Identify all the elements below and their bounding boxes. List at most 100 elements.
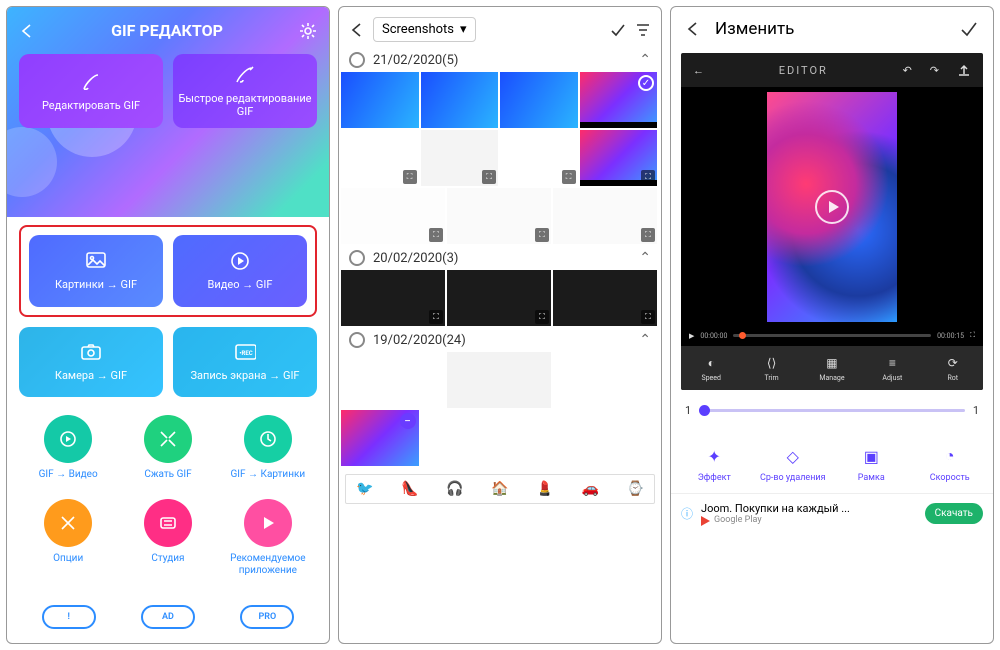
folder-dropdown[interactable]: Screenshots ▾ (373, 17, 476, 42)
date-label: 20/02/2020(3) (373, 251, 458, 266)
card-edit-gif[interactable]: Редактировать GIF (19, 54, 163, 128)
fullscreen-icon[interactable]: ⛶ (970, 331, 975, 340)
collapse-icon[interactable]: ⌃ (639, 250, 651, 266)
tool-adjust[interactable]: ≡Adjust (862, 356, 922, 382)
tool-trim[interactable]: ⟨⟩Trim (741, 356, 801, 382)
scrubber[interactable]: ▶ 00:00:00 00:00:15 ⛶ (681, 327, 983, 346)
sticker[interactable]: 🐦 (356, 481, 373, 497)
video-preview[interactable] (767, 92, 897, 322)
filter-icon[interactable] (635, 22, 651, 38)
range-slider[interactable]: 1 1 (671, 390, 993, 421)
tool-studio[interactable]: Студия (119, 499, 217, 577)
expand-icon[interactable]: ⛶ (429, 310, 443, 324)
thumbnail[interactable] (553, 352, 657, 408)
editor-back-icon[interactable]: ← (693, 64, 704, 77)
pro-pill[interactable]: PRO (240, 605, 294, 629)
select-all-icon[interactable] (349, 332, 365, 348)
select-all-icon[interactable] (349, 52, 365, 68)
confirm-icon[interactable] (609, 21, 627, 39)
thumbnail[interactable] (421, 72, 499, 128)
expand-icon[interactable]: ⛶ (535, 228, 549, 242)
action-speed[interactable]: ◔Скорость (911, 445, 990, 483)
ad-pill[interactable]: AD (141, 605, 195, 629)
tool-speed[interactable]: ◐Speed (681, 356, 741, 382)
play-small-icon[interactable]: ▶ (689, 332, 694, 340)
date-section-1[interactable]: 21/02/2020(5)⌃ (339, 48, 661, 70)
select-all-icon[interactable] (349, 250, 365, 266)
info-pill[interactable]: ! (42, 605, 96, 629)
slider-track[interactable] (699, 409, 965, 412)
action-frame[interactable]: ▣Рамка (832, 445, 911, 483)
thumbnail[interactable]: ⛶ (421, 130, 499, 186)
tool-gif-to-pics[interactable]: GIF → Картинки (219, 415, 317, 481)
undo-icon[interactable]: ↶ (903, 64, 912, 77)
export-icon[interactable] (957, 63, 971, 77)
date-label: 19/02/2020(24) (373, 333, 466, 348)
date-section-3[interactable]: 19/02/2020(24) ⌃ (339, 328, 661, 350)
thumbnail[interactable] (447, 352, 551, 408)
date-section-2[interactable]: 20/02/2020(3) ⌃ (339, 246, 661, 268)
sticker[interactable]: 🏠 (491, 481, 508, 497)
expand-icon[interactable]: ⛶ (482, 170, 496, 184)
expand-icon[interactable]: ⛶ (403, 170, 417, 184)
thumbnail[interactable]: ⛶ (447, 270, 551, 326)
play-icon (229, 250, 251, 272)
ad-banner[interactable]: ⓘ Joom. Покупки на каждый ... Google Pla… (671, 493, 993, 536)
thumbnail[interactable]: ⛶ (341, 130, 419, 186)
thumbnail[interactable]: ⛶ (500, 130, 578, 186)
redo-icon[interactable]: ↷ (930, 64, 939, 77)
expand-icon[interactable]: ⛶ (641, 310, 655, 324)
sticker[interactable]: 🚗 (581, 481, 598, 497)
tool-recommended-app[interactable]: Рекомендуемое приложение (219, 499, 317, 577)
download-button[interactable]: Скачать (925, 503, 983, 524)
ad-text: Joom. Покупки на каждый ... Google Play (701, 502, 850, 526)
expand-icon[interactable]: ⛶ (535, 310, 549, 324)
thumbnail[interactable]: ⛶ (341, 188, 445, 244)
expand-icon[interactable]: ⛶ (429, 228, 443, 242)
thumbnail[interactable] (341, 72, 419, 128)
thumbnail[interactable]: ⛶ (447, 188, 551, 244)
speedometer-icon: ◔ (939, 445, 961, 467)
settings-icon[interactable] (299, 22, 317, 40)
back-icon[interactable] (685, 21, 701, 37)
tool-manage[interactable]: ▦Manage (802, 356, 862, 382)
thumbnail-selected[interactable]: ✓ (580, 72, 658, 128)
expand-icon[interactable]: ⛶ (641, 228, 655, 242)
remove-icon[interactable]: − (400, 413, 416, 429)
sticker[interactable]: 💄 (536, 481, 553, 497)
card-screenrec-to-gif[interactable]: •REC Запись экрана → GIF (173, 327, 317, 397)
tool-gif-to-video[interactable]: GIF → Видео (19, 415, 117, 481)
compress-icon (144, 415, 192, 463)
wand-icon: ✦ (703, 445, 725, 467)
tool-rotate[interactable]: ⟳Rot (923, 356, 983, 382)
tool-options[interactable]: Опции (19, 499, 117, 577)
camera-icon (80, 341, 102, 363)
sticker[interactable]: ⌚ (627, 481, 644, 497)
thumbnail[interactable]: ⛶ (553, 270, 657, 326)
collapse-icon[interactable]: ⌃ (639, 52, 651, 68)
action-effect[interactable]: ✦Эффект (675, 445, 754, 483)
sticker[interactable]: 👠 (401, 481, 418, 497)
card-quick-edit[interactable]: Быстрое редактирование GIF (173, 54, 317, 128)
ad-close-icon[interactable]: ⓘ (681, 505, 693, 522)
card-pics-to-gif[interactable]: Картинки → GIF (29, 235, 163, 307)
confirm-icon[interactable] (959, 19, 979, 39)
collapse-icon[interactable]: ⌃ (639, 332, 651, 348)
back-icon[interactable] (19, 23, 35, 39)
back-icon[interactable] (349, 22, 365, 38)
highlighted-row: Картинки → GIF Видео → GIF (19, 225, 317, 317)
thumbnail[interactable]: ⛶ (580, 130, 658, 186)
play-button[interactable] (815, 190, 849, 224)
thumbnail[interactable]: ⛶ (553, 188, 657, 244)
thumbnail[interactable]: ⛶ (341, 270, 445, 326)
expand-icon[interactable]: ⛶ (562, 170, 576, 184)
scrub-track[interactable] (733, 334, 931, 337)
card-video-to-gif[interactable]: Видео → GIF (173, 235, 307, 307)
thumbnail[interactable]: − (341, 410, 419, 466)
tool-compress-gif[interactable]: Сжать GIF (119, 415, 217, 481)
thumbnail[interactable] (341, 352, 445, 408)
card-camera-to-gif[interactable]: Камера → GIF (19, 327, 163, 397)
thumbnail[interactable] (500, 72, 578, 128)
action-removal[interactable]: ◇Ср-во удаления (754, 445, 833, 483)
sticker[interactable]: 🎧 (446, 481, 463, 497)
